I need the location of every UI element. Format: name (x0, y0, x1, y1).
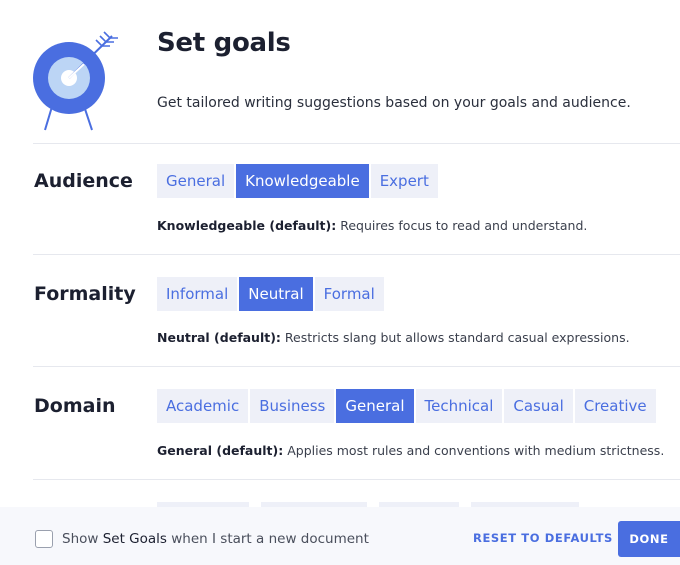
section-label: Audience (34, 170, 133, 192)
label-suffix: when I start a new document (166, 531, 369, 547)
section-label: Formality (34, 283, 136, 305)
formality-option-neutral[interactable]: Neutral (239, 277, 313, 311)
description-text: Applies most rules and conventions with … (283, 443, 665, 458)
show-set-goals-checkbox[interactable] (35, 530, 53, 548)
page-subtitle: Get tailored writing suggestions based o… (157, 95, 631, 111)
domain-description: General (default): Applies most rules an… (157, 443, 664, 458)
reset-to-defaults-button[interactable]: RESET TO DEFAULTS (473, 531, 613, 545)
formality-options: Informal Neutral Formal (157, 277, 384, 311)
footer-bar: Show Set Goals when I start a new docume… (0, 507, 680, 565)
audience-description: Knowledgeable (default): Requires focus … (157, 218, 587, 233)
description-strong: General (default): (157, 443, 284, 458)
section-label: Domain (34, 395, 116, 417)
audience-option-knowledgeable[interactable]: Knowledgeable (236, 164, 369, 198)
show-set-goals-label[interactable]: Show Set Goals when I start a new docume… (62, 531, 369, 547)
audience-option-general[interactable]: General (157, 164, 235, 198)
page-title: Set goals (157, 28, 291, 58)
label-strong: Set Goals (102, 531, 167, 547)
formality-option-formal[interactable]: Formal (314, 277, 384, 311)
target-arrow-icon (33, 31, 118, 131)
audience-option-expert[interactable]: Expert (370, 164, 438, 198)
section-domain: Domain Academic Business General Technic… (0, 367, 680, 479)
description-strong: Neutral (default): (157, 330, 281, 345)
domain-option-academic[interactable]: Academic (157, 389, 249, 423)
formality-description: Neutral (default): Restricts slang but a… (157, 330, 630, 345)
description-text: Requires focus to read and understand. (336, 218, 588, 233)
section-audience: Audience General Knowledgeable Expert Kn… (0, 144, 680, 254)
domain-option-general[interactable]: General (336, 389, 414, 423)
done-button[interactable]: DONE (618, 521, 680, 557)
description-text: Restricts slang but allows standard casu… (280, 330, 630, 345)
audience-options: General Knowledgeable Expert (157, 164, 438, 198)
divider (33, 479, 680, 480)
label-prefix: Show (62, 531, 103, 547)
domain-option-creative[interactable]: Creative (574, 389, 656, 423)
domain-options: Academic Business General Technical Casu… (157, 389, 656, 423)
domain-option-business[interactable]: Business (250, 389, 335, 423)
description-strong: Knowledgeable (default): (157, 218, 337, 233)
formality-option-informal[interactable]: Informal (157, 277, 238, 311)
header: Set goals Get tailored writing suggestio… (0, 0, 680, 144)
section-formality: Formality Informal Neutral Formal Neutra… (0, 255, 680, 366)
domain-option-casual[interactable]: Casual (504, 389, 573, 423)
domain-option-technical[interactable]: Technical (415, 389, 503, 423)
